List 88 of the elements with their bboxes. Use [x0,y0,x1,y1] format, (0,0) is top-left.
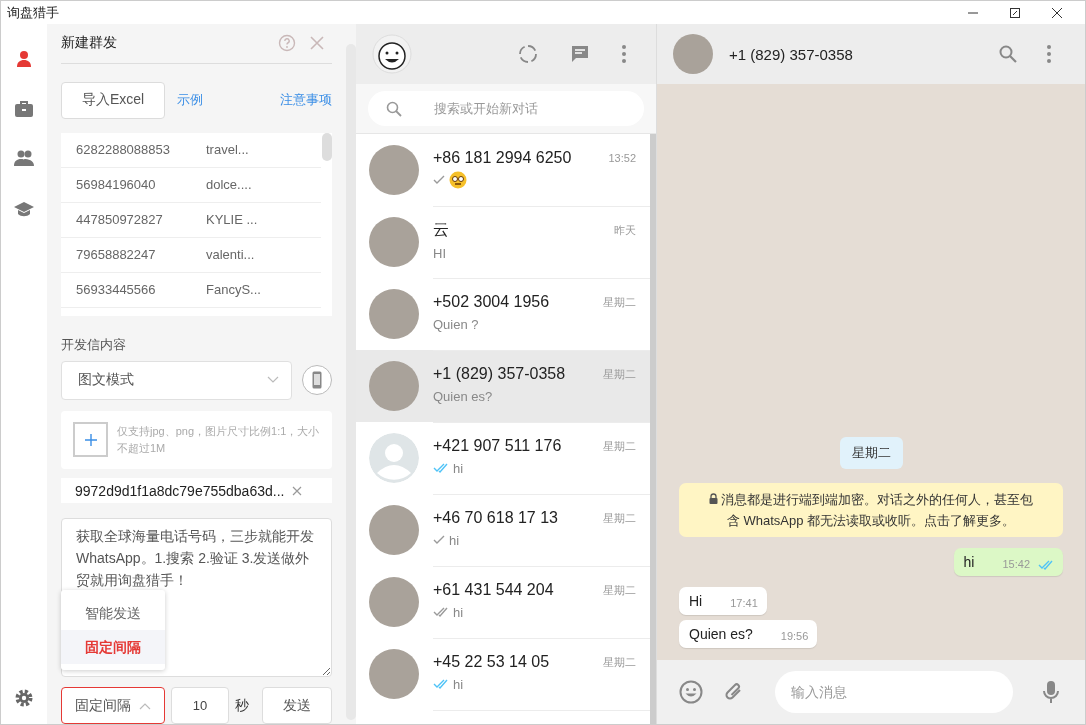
chat-time: 星期二 [603,438,636,454]
message-bubble: hi 15:42 [953,548,1063,576]
name-cell: KYLIE ... [206,212,258,228]
menu-icon[interactable] [1047,45,1051,63]
graduation-cap-icon[interactable] [13,200,35,218]
message-preview: hi [453,460,464,476]
chevron-down-icon [267,376,279,385]
message-input[interactable]: 输入消息 [775,671,1013,713]
chat-time: 昨天 [614,222,636,238]
name-cell: valenti... [206,247,255,263]
contact-name: +45 22 53 14 05 [433,653,550,671]
name-cell: FancyS... [206,282,261,298]
status-icon[interactable] [518,44,538,64]
menu-option[interactable]: 智能发送 [61,596,165,630]
chevron-icon [139,701,151,710]
photo-placeholder [369,577,419,627]
contact-name: +1 (829) 357-0358 [729,45,853,63]
phone-preview-button[interactable] [302,365,332,396]
contact-name: +86 181 2994 6250 [433,149,572,167]
help-icon[interactable] [278,34,296,53]
contact-name: +61 431 544 204 [433,581,554,599]
message-preview: Quien es? [433,388,493,404]
send-button[interactable]: 发送 [262,687,332,724]
maximize-icon[interactable] [1009,6,1021,19]
file-name: 9972d9d1f1a8dc79e755dba63d... [75,482,285,499]
user-icon[interactable] [15,50,33,68]
date-chip: 星期二 [839,437,903,469]
phone-cell-text: 447850972827 [75,212,164,228]
mode-select[interactable]: 图文模式 [61,360,292,400]
unit-label: 秒 [235,696,250,715]
remove-icon[interactable] [292,485,303,496]
message-preview: hi [453,676,464,692]
chat-time: 星期二 [603,510,636,526]
plus-icon [83,432,98,447]
import-excel-button[interactable]: 导入Excel [61,81,165,119]
phone-cell-text: 56933445566 [75,282,157,298]
contact-name: 云 [433,219,449,240]
photo-placeholder [369,649,419,699]
search-icon [386,100,402,117]
phone-cell-text: 79658882247 [75,247,157,263]
notice-text[interactable]: 消息都是进行端到端加密。对话之外的任何人，甚至包含 WhatsApp 都无法读取或收听。点击了解更多。 [703,489,1039,531]
message-preview: Quien ? [433,316,479,332]
contact-name: +502 3004 1956 [433,293,550,311]
panel-title: 新建群发 [61,34,118,53]
profile-avatar-drawing[interactable] [372,34,412,74]
chat-time: 13:52 [608,152,636,164]
lock-icon [708,493,718,504]
contact-name: +1 (829) 357-0358 [433,365,566,383]
chat-time: 星期二 [603,654,636,670]
contact-name: +46 70 618 17 13 [433,509,558,527]
default-avatar-icon [369,433,419,483]
section-label: 开发信内容 [61,335,127,354]
chat-time: 星期二 [603,366,636,382]
message-preview: hi [453,604,464,620]
interval-field[interactable]: 10 [171,687,229,724]
photo-placeholder [369,505,419,555]
photo-placeholder [369,289,419,339]
search-icon[interactable] [999,45,1017,63]
photo-placeholder [673,34,713,74]
message-preview: HI [433,246,446,261]
photo-placeholder [369,145,419,195]
chat-time: 星期二 [603,582,636,598]
phone-cell-text: 6282288088853 [75,142,171,158]
photo-placeholder [369,361,419,411]
phone-cell-text: 56984196040 [75,177,157,193]
window-title: 询盘猎手 [7,3,60,22]
message-preview: hi [449,532,460,548]
interval-select[interactable]: 固定间隔 [61,687,165,724]
briefcase-icon[interactable] [14,100,34,118]
contact-name: +421 907 511 176 [433,437,562,455]
chat-time: 星期二 [603,294,636,310]
message-bubble: Quien es? 19:56 [679,620,818,648]
microphone-icon[interactable] [1043,680,1059,704]
name-cell: dolce.... [206,177,252,193]
settings-icon[interactable] [14,688,34,708]
chat-icon[interactable] [570,44,590,64]
menu-icon[interactable] [622,45,626,63]
group-icon[interactable] [13,150,35,166]
photo-placeholder [369,217,419,267]
close-icon[interactable] [1051,6,1063,19]
name-cell: travel... [206,142,249,158]
add-image-button[interactable] [73,422,108,458]
chat-item[interactable]: +1 (829) 357-0358 星期二 Quien es? [356,350,650,422]
phone-icon [312,371,322,390]
message-bubble: Hi 17:41 [679,587,767,615]
emoji-icon[interactable] [679,680,703,704]
menu-option[interactable]: 固定间隔 [61,630,165,664]
upload-hint: 仅支持jpg、png，图片尺寸比例1:1，大小不超过1M [117,423,320,456]
